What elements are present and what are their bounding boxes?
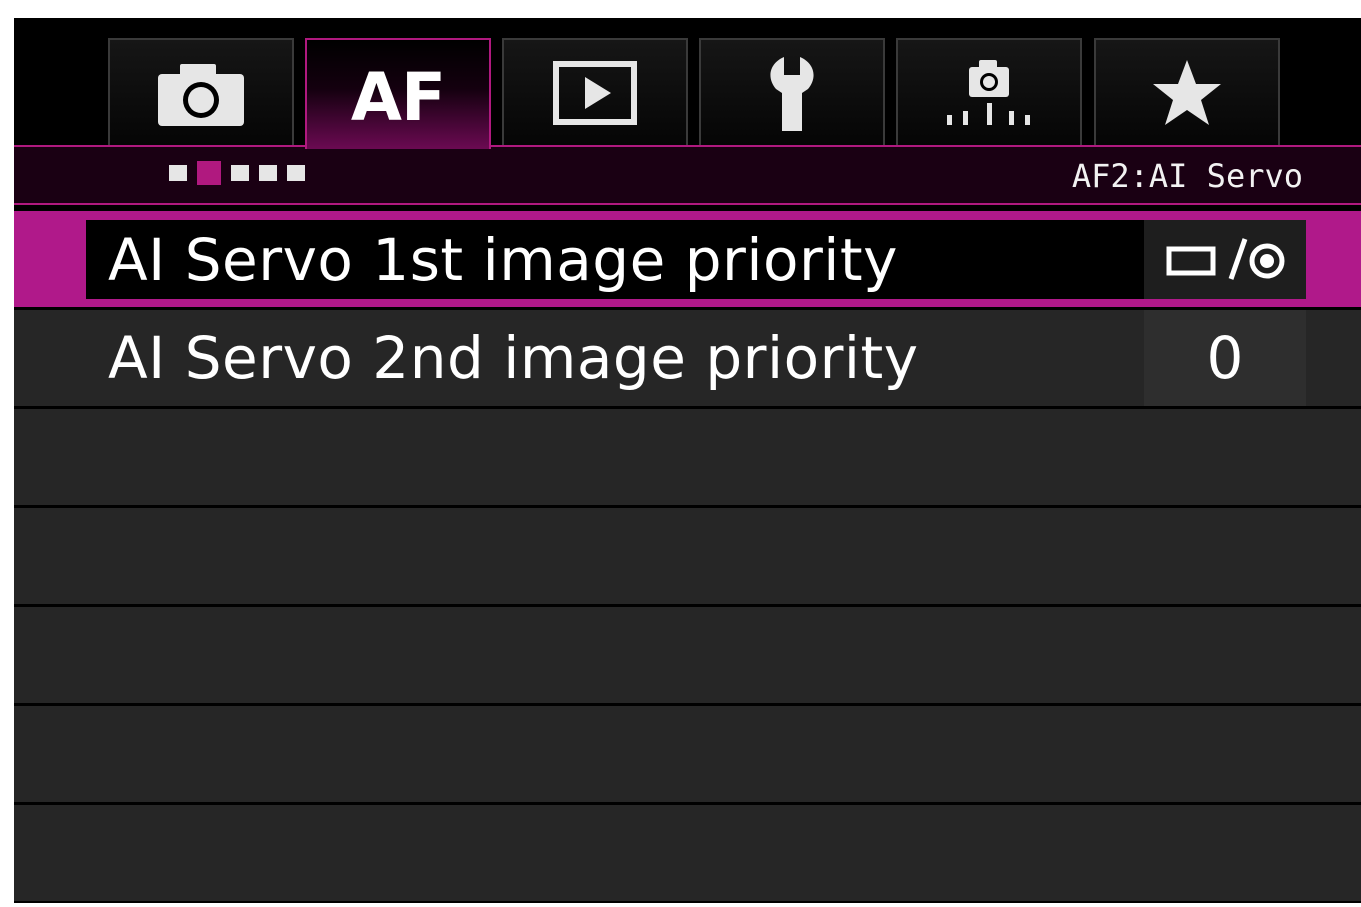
empty-menu-row	[14, 706, 1361, 805]
camera-menu-screen: AF AF2:AI Servo AI Servo 1st image prior…	[14, 18, 1361, 903]
tab-af[interactable]: AF	[305, 38, 491, 149]
menu-item-ai-servo-1st-image-priority[interactable]: AI Servo 1st image priority	[14, 211, 1361, 310]
page-indicator	[169, 161, 305, 185]
menu-item-label-box: AI Servo 2nd image priority	[14, 310, 1144, 406]
empty-menu-row	[14, 508, 1361, 607]
menu-item-label: AI Servo 1st image priority	[108, 225, 898, 294]
empty-menu-row	[14, 607, 1361, 706]
custom-function-camera-icon	[947, 59, 1030, 125]
empty-menu-row	[14, 805, 1361, 903]
page-dot	[231, 165, 249, 181]
playback-icon	[553, 60, 637, 125]
tab-setup[interactable]	[699, 38, 885, 145]
tab-shooting[interactable]	[108, 38, 294, 145]
menu-item-value-box	[1144, 220, 1306, 299]
menu-subheader: AF2:AI Servo	[14, 145, 1361, 205]
menu-item-value: 0	[1206, 324, 1244, 392]
wrench-icon	[770, 56, 814, 131]
menu-item-ai-servo-2nd-image-priority[interactable]: AI Servo 2nd image priority 0	[14, 310, 1361, 409]
tab-af-label: AF	[350, 59, 446, 136]
page-dot-active	[197, 161, 221, 185]
menu-list: AI Servo 1st image priority AI Servo 2nd…	[14, 211, 1361, 903]
camera-icon	[158, 63, 244, 126]
page-dot	[259, 165, 277, 181]
star-icon	[1153, 59, 1221, 125]
menu-item-value-box: 0	[1144, 310, 1306, 406]
tab-custom-functions[interactable]	[896, 38, 1082, 145]
release-focus-priority-icon	[1166, 237, 1285, 280]
menu-item-label-box: AI Servo 1st image priority	[86, 220, 1144, 299]
page-dot	[169, 165, 187, 181]
page-dot	[287, 165, 305, 181]
page-title: AF2:AI Servo	[1071, 157, 1303, 195]
empty-menu-row	[14, 409, 1361, 508]
menu-item-label: AI Servo 2nd image priority	[108, 324, 919, 392]
menu-tab-bar: AF	[14, 18, 1361, 149]
tab-my-menu[interactable]	[1094, 38, 1280, 145]
tab-playback[interactable]	[502, 38, 688, 145]
